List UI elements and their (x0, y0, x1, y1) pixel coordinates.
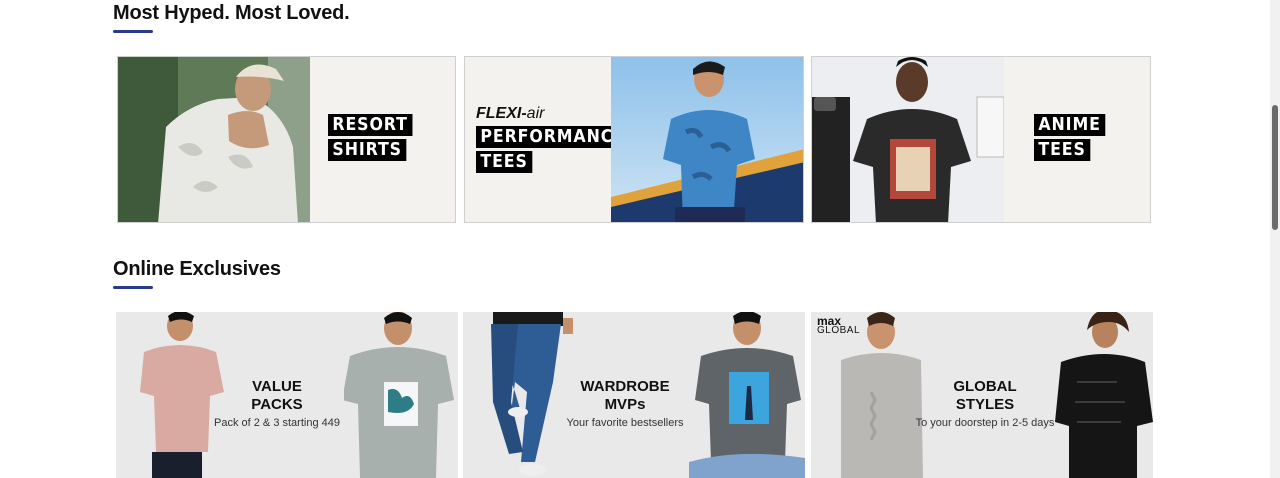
global-styles-banner[interactable]: max GLOBAL GLOBAL STYLES To your doorste… (811, 312, 1153, 478)
anime-label-line1: ANIME (1034, 114, 1106, 136)
flexi-air-brand-light: air (526, 105, 545, 122)
section-title-online-exclusives: Online Exclusives (113, 258, 281, 280)
performance-tee-model-image (611, 57, 803, 222)
flexi-air-performance-tees-banner[interactable]: FLEXI-air PERFORMANCE TEES (464, 56, 804, 223)
value-pack-model-right-image (344, 312, 454, 478)
flexi-label-line1: PERFORMANCE (476, 126, 630, 148)
value-packs-heading-line1: VALUE (252, 378, 302, 395)
flexi-air-brand: FLEXI-air (476, 105, 544, 123)
wardrobe-subtitle: Your favorite bestsellers (566, 417, 684, 429)
anime-label-line2: TEES (1034, 139, 1091, 161)
resort-shirts-banner[interactable]: RESORT SHIRTS (117, 56, 456, 223)
wardrobe-heading-line1: WARDROBE (580, 378, 670, 395)
global-heading-line2: STYLES (955, 396, 1015, 413)
value-packs-heading-line2: PACKS (251, 396, 303, 413)
value-pack-model-left-image (140, 312, 224, 478)
value-packs-subtitle: Pack of 2 & 3 starting 449 (214, 417, 340, 429)
anime-tees-banner[interactable]: ANIME TEES (811, 56, 1151, 223)
global-styles-model-right-image (1055, 312, 1153, 478)
flexi-label-line2: TEES (476, 151, 533, 173)
flexi-air-brand-bold: FLEXI- (476, 105, 527, 122)
global-heading-line1: GLOBAL (953, 378, 1017, 395)
wardrobe-heading-line2: MVPs (604, 396, 646, 413)
section-title-underline (113, 286, 153, 289)
resort-label-line1: RESORT (328, 114, 413, 136)
wardrobe-graphic-tee-model-image (689, 312, 805, 478)
value-packs-banner[interactable]: VALUE PACKS Pack of 2 & 3 starting 449 (116, 312, 458, 478)
anime-tee-model-image (812, 57, 1004, 222)
section-title-most-hyped: Most Hyped. Most Loved. (113, 2, 350, 24)
resort-label-line2: SHIRTS (328, 139, 407, 161)
wardrobe-jeans-model-image (491, 312, 573, 476)
global-styles-model-left-image (841, 312, 923, 478)
wardrobe-mvps-banner[interactable]: WARDROBE MVPs Your favorite bestsellers (463, 312, 805, 478)
section-title-underline (113, 30, 153, 33)
page-scrollbar-thumb[interactable] (1272, 105, 1278, 230)
global-subtitle: To your doorstep in 2-5 days (915, 417, 1055, 429)
resort-shirt-model-image (118, 57, 310, 222)
page-scrollbar[interactable] (1270, 0, 1280, 478)
